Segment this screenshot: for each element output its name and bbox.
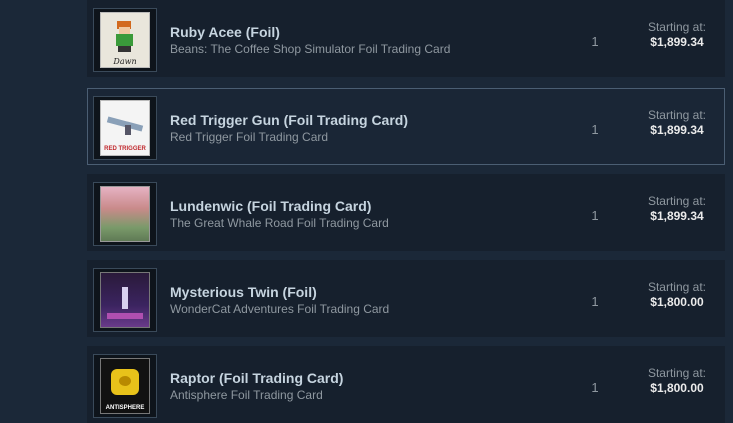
game-name: Red Trigger Foil Trading Card: [170, 130, 329, 144]
game-name: Antisphere Foil Trading Card: [170, 388, 323, 402]
game-name: The Great Whale Road Foil Trading Card: [170, 216, 389, 230]
yellow-robot-card-icon: ANTISPHERE: [100, 358, 150, 414]
listing-row[interactable]: RED TRIGGER Red Trigger Gun (Foil Tradin…: [87, 88, 725, 165]
quantity: 1: [591, 208, 599, 223]
price-block: Starting at: $1,800.00: [648, 280, 706, 309]
price-block: Starting at: $1,800.00: [648, 366, 706, 395]
starting-label: Starting at:: [647, 194, 706, 208]
card-thumbnail: RED TRIGGER: [93, 96, 157, 160]
card-caption: Dawn: [113, 57, 137, 66]
listing-row[interactable]: Dawn Ruby Acee (Foil) Beans: The Coffee …: [87, 0, 725, 77]
game-name: WonderCat Adventures Foil Trading Card: [170, 302, 390, 316]
purple-scene-card-icon: [100, 272, 150, 328]
listing-row[interactable]: Mysterious Twin (Foil) WonderCat Adventu…: [87, 260, 725, 337]
card-thumbnail: Dawn: [93, 8, 157, 72]
item-name[interactable]: Red Trigger Gun (Foil Trading Card): [170, 112, 408, 128]
game-name: Beans: The Coffee Shop Simulator Foil Tr…: [170, 42, 451, 56]
starting-label: Starting at:: [647, 280, 706, 294]
quantity: 1: [591, 122, 599, 137]
listing-row[interactable]: ANTISPHERE Raptor (Foil Trading Card) An…: [87, 346, 725, 423]
listing-row[interactable]: Lundenwic (Foil Trading Card) The Great …: [87, 174, 725, 251]
starting-label: Starting at:: [647, 108, 706, 122]
village-painting-card-icon: [100, 186, 150, 242]
price: $1,899.34: [650, 123, 704, 137]
item-name[interactable]: Mysterious Twin (Foil): [170, 284, 317, 300]
card-thumbnail: [93, 182, 157, 246]
price: $1,899.34: [650, 209, 704, 223]
card-thumbnail: [93, 268, 157, 332]
starting-label: Starting at:: [647, 366, 706, 380]
price-block: Starting at: $1,899.34: [648, 194, 706, 223]
card-thumbnail: ANTISPHERE: [93, 354, 157, 418]
price-block: Starting at: $1,899.34: [648, 20, 706, 49]
gun-card-icon: RED TRIGGER: [100, 100, 150, 156]
price: $1,800.00: [650, 295, 704, 309]
item-name[interactable]: Ruby Acee (Foil): [170, 24, 280, 40]
quantity: 1: [591, 34, 599, 49]
quantity: 1: [591, 380, 599, 395]
card-caption: RED TRIGGER: [104, 146, 146, 152]
item-name[interactable]: Lundenwic (Foil Trading Card): [170, 198, 371, 214]
item-name[interactable]: Raptor (Foil Trading Card): [170, 370, 343, 386]
pixel-character-card-icon: Dawn: [100, 12, 150, 68]
price-block: Starting at: $1,899.34: [648, 108, 706, 137]
quantity: 1: [591, 294, 599, 309]
starting-label: Starting at:: [647, 20, 706, 34]
card-caption: ANTISPHERE: [105, 405, 145, 411]
price: $1,899.34: [650, 35, 704, 49]
price: $1,800.00: [650, 381, 704, 395]
